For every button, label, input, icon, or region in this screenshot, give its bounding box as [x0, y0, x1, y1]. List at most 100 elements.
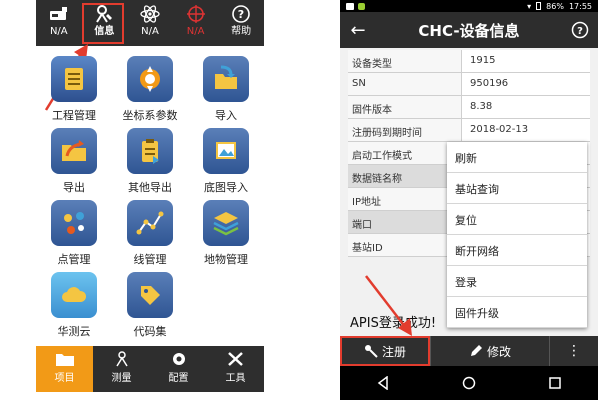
- row-key: 基站ID: [348, 234, 462, 256]
- edit-label: 修改: [486, 344, 511, 359]
- basemap-tile: [203, 128, 249, 174]
- grid-item-points[interactable]: 点管理: [36, 200, 112, 272]
- svg-text:?: ?: [238, 8, 244, 21]
- layers-icon: [213, 212, 239, 236]
- points-icon: [64, 212, 84, 234]
- grid-label: 工程管理: [52, 109, 96, 122]
- svg-text:?: ?: [577, 26, 583, 37]
- grid-item-import[interactable]: 导入: [188, 56, 264, 128]
- import-folder-icon: [215, 65, 237, 89]
- points-tile: [51, 200, 97, 246]
- export-tile: [51, 128, 97, 174]
- menu-item-disconnect[interactable]: 断开网络: [447, 235, 587, 266]
- grid-item-coordinate[interactable]: 坐标系参数: [112, 56, 188, 128]
- gear-icon: [172, 353, 185, 365]
- topbar-item-atom[interactable]: N/A: [127, 0, 173, 46]
- grid-item-features[interactable]: 地物管理: [188, 200, 264, 272]
- grid-label: 点管理: [57, 253, 91, 266]
- help-icon: ?: [232, 5, 250, 23]
- grid-label: 代码集: [133, 325, 167, 338]
- android-icon: [358, 2, 365, 10]
- topbar-item-position[interactable]: N/A: [173, 0, 219, 46]
- tools-icon: [227, 352, 243, 366]
- nav-item-tools[interactable]: 工具: [207, 346, 264, 392]
- overflow-menu: 刷新 基站查询 复位 断开网络 登录 固件升级: [447, 142, 587, 328]
- help-button[interactable]: ?: [562, 21, 598, 39]
- clock: 17:55: [568, 1, 592, 11]
- menu-item-firmware-upgrade[interactable]: 固件升级: [447, 297, 587, 328]
- polyline-icon: [136, 211, 164, 235]
- cloud-tile: [51, 272, 97, 318]
- status-bar: ▾ 86% 17:55: [340, 0, 598, 12]
- receiver-icon: [49, 7, 67, 20]
- image-import-icon: [216, 142, 236, 159]
- pointer-arrow-register: [365, 275, 412, 336]
- row-key: 设备类型: [348, 50, 462, 72]
- clipboard-export-icon: [142, 139, 159, 164]
- grid-item-lines[interactable]: 线管理: [112, 200, 188, 272]
- import-tile: [203, 56, 249, 102]
- crosshair-icon: [186, 5, 205, 23]
- table-row: 设备类型 1915: [348, 50, 590, 73]
- grid-item-other-export[interactable]: 其他导出: [112, 128, 188, 200]
- grid-item-cloud[interactable]: 华测云: [36, 272, 112, 344]
- nav-label: 项目: [54, 373, 75, 384]
- battery-level: 86%: [546, 1, 564, 11]
- back-arrow-icon[interactable]: ←: [340, 20, 376, 41]
- menu-item-base-query[interactable]: 基站查询: [447, 173, 587, 204]
- row-key: 启动工作模式: [348, 142, 462, 164]
- grid-label: 地物管理: [204, 253, 248, 266]
- status-left-icons: [346, 2, 365, 10]
- row-value: 950196: [462, 73, 590, 95]
- notification-icon: [346, 2, 354, 10]
- atom-icon: [140, 5, 160, 23]
- row-key: 注册码到期时间: [348, 119, 462, 141]
- nav-item-survey[interactable]: 测量: [93, 346, 150, 392]
- wifi-icon: ▾: [527, 1, 532, 11]
- row-value: 8.38: [462, 96, 590, 118]
- row-key: IP地址: [348, 188, 462, 210]
- back-triangle-icon[interactable]: [376, 376, 390, 390]
- nav-item-project[interactable]: 项目: [36, 346, 93, 392]
- row-value: 2018-02-13: [462, 119, 590, 141]
- grid-item-basemap-import[interactable]: 底图导入: [188, 128, 264, 200]
- survey-icon: [115, 351, 128, 367]
- topbar-label: 帮助: [231, 26, 252, 37]
- left-screen: N/A 信息 N/A N/A ? 帮助 工程管理 坐标系参数 导入 导出 其他导…: [36, 0, 264, 400]
- home-circle-icon[interactable]: [462, 376, 476, 390]
- menu-item-login[interactable]: 登录: [447, 266, 587, 297]
- key-icon: [364, 345, 378, 358]
- coordinate-icon: [140, 66, 160, 92]
- tags-icon: [141, 286, 160, 305]
- topbar-label: N/A: [141, 26, 159, 37]
- menu-item-refresh[interactable]: 刷新: [447, 142, 587, 173]
- register-label: 注册: [381, 344, 406, 359]
- system-nav-bar: [340, 366, 598, 400]
- help-icon: ?: [571, 21, 589, 39]
- grid-label: 底图导入: [204, 181, 248, 194]
- row-key: 数据链名称: [348, 165, 462, 187]
- edit-button[interactable]: 修改: [430, 336, 550, 366]
- notebook-icon: [65, 68, 83, 90]
- more-menu-button[interactable]: ⋮: [550, 336, 598, 366]
- page-title: CHC-设备信息: [418, 21, 520, 40]
- recents-square-icon[interactable]: [548, 376, 562, 390]
- table-row: 注册码到期时间 2018-02-13: [348, 119, 590, 142]
- row-key: 固件版本: [348, 96, 462, 118]
- topbar-label: N/A: [49, 26, 68, 37]
- lines-tile: [127, 200, 173, 246]
- nav-label: 测量: [111, 373, 132, 384]
- topbar-item-help[interactable]: ? 帮助: [218, 0, 264, 46]
- grid-item-codes[interactable]: 代码集: [112, 272, 188, 344]
- more-vert-icon: ⋮: [567, 343, 581, 359]
- row-key: 端口: [348, 211, 462, 233]
- grid-label: 导入: [215, 109, 237, 122]
- nav-item-config[interactable]: 配置: [150, 346, 207, 392]
- grid-label: 其他导出: [128, 181, 172, 194]
- grid-item-project[interactable]: 工程管理: [36, 56, 112, 128]
- notebook-tile: [51, 56, 97, 102]
- info-highlight-box: [82, 3, 124, 44]
- grid-item-export[interactable]: 导出: [36, 128, 112, 200]
- cloud-icon: [62, 287, 87, 302]
- menu-item-reset[interactable]: 复位: [447, 204, 587, 235]
